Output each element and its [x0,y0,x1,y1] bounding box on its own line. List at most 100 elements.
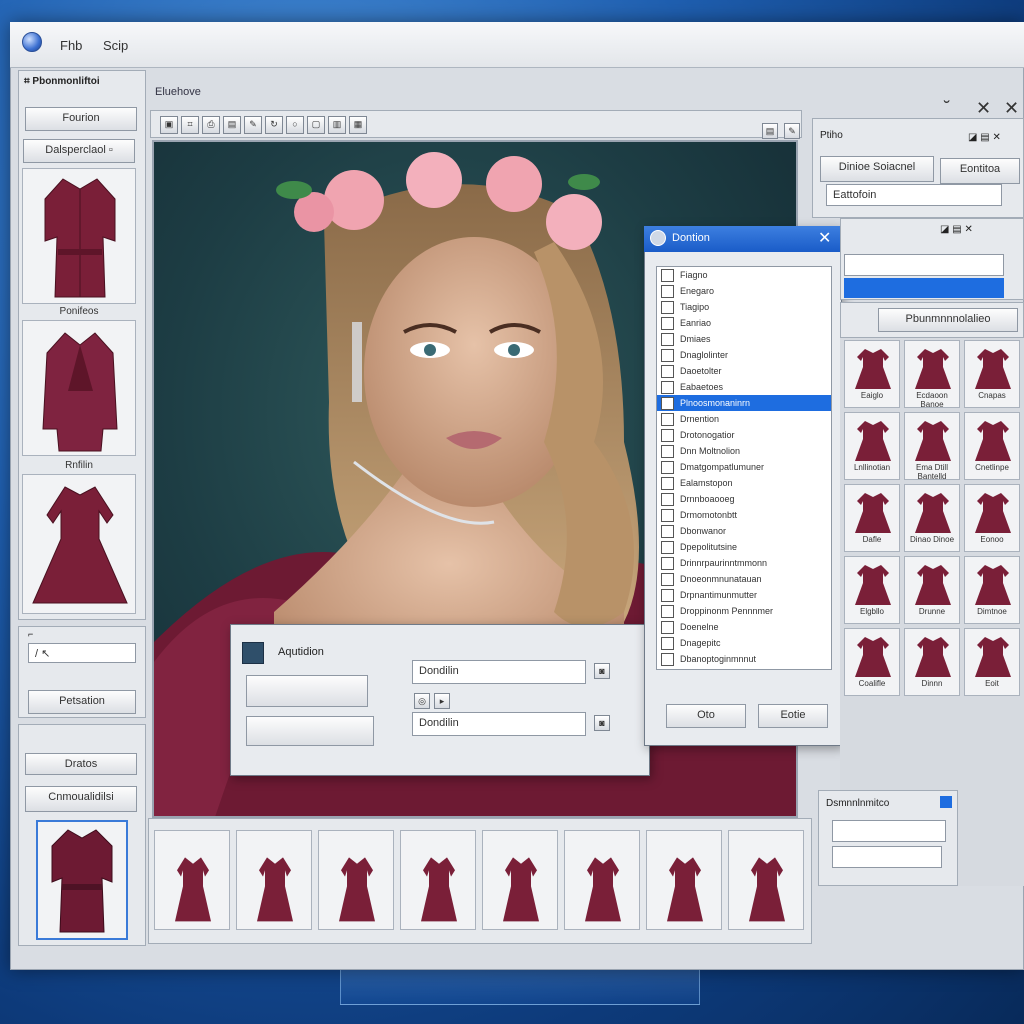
list-item[interactable]: Dpepolitutsine [657,539,831,555]
tool-tile[interactable]: Dimtnoe [964,556,1020,624]
zoom-icon[interactable]: ▣ [160,116,178,134]
list-item[interactable]: Dmatgompatlumuner [657,459,831,475]
checkbox[interactable] [661,620,674,634]
checkbox[interactable] [661,428,674,442]
left-button-2[interactable]: Dalsperclaol ▫ [23,139,135,163]
right-field[interactable]: Eattofoin [826,184,1002,206]
print-icon[interactable]: ⎙ [202,116,220,134]
right-bottom-field-2[interactable] [832,846,942,868]
tool-tile[interactable]: Dinnn [904,628,960,696]
right-bottom-info-icon[interactable] [940,796,952,808]
list-item[interactable]: Drpnantimunmutter [657,587,831,603]
rotate-icon[interactable]: ↻ [265,116,283,134]
list-item[interactable]: Dnn Moltnolion [657,443,831,459]
list-item[interactable]: Dnagepitc [657,635,831,651]
tool-tile[interactable]: Elgbllo [844,556,900,624]
list-item[interactable]: Tiagipo [657,299,831,315]
toolbar-extra-icon-1[interactable]: ▤ [762,123,778,139]
list-item[interactable]: Dbonwanor [657,523,831,539]
minimize-icon[interactable]: ˘ [944,98,950,119]
checkbox[interactable] [661,460,674,474]
filmstrip-thumb[interactable] [728,830,804,930]
lower-button-1[interactable]: Dratos [25,753,137,775]
ok-button[interactable]: Oto [666,704,746,728]
checkbox[interactable] [661,332,674,346]
right-list-icons[interactable]: ◪ ▤ ✕ [940,224,973,235]
adjust-field-1[interactable]: Dondilin [412,660,586,684]
list-item[interactable]: Dnoeonmnunatauan [657,571,831,587]
list-box[interactable]: Fiagno Enegaro Tiagipo Eanriao Dmiaes Dnaglol… [656,266,832,670]
list-item[interactable]: Drotonogatior [657,427,831,443]
pen-icon[interactable]: ✎ [244,116,262,134]
right-section-button[interactable]: Pbunmnnnolalieo [878,308,1018,332]
tool-tile[interactable]: Dinao Dinoe [904,484,960,552]
checkbox[interactable] [661,364,674,378]
adjust-slider-1[interactable] [246,675,368,707]
menu-file[interactable]: Fhb [60,38,82,53]
list-item[interactable]: Drinnrpaurinntmmonn [657,555,831,571]
filmstrip-thumb[interactable] [154,830,230,930]
adjust-slider-2[interactable] [246,716,374,746]
filmstrip-thumb[interactable] [646,830,722,930]
menu-edit[interactable]: Scip [103,38,128,53]
checkbox[interactable] [661,604,674,618]
list-item[interactable]: Daoetolter [657,363,831,379]
layer-icon[interactable]: ▥ [328,116,346,134]
checkbox[interactable] [661,508,674,522]
list-item[interactable]: Fiagno [657,267,831,283]
circle-icon[interactable]: ○ [286,116,304,134]
checkbox[interactable] [661,316,674,330]
checkbox[interactable] [661,588,674,602]
right-list-field[interactable] [844,254,1004,276]
tool-tile[interactable]: Ecdaoon Banoe [904,340,960,409]
field1-picker-icon[interactable]: ◙ [594,663,610,679]
list-item[interactable]: Droppinonm Pennnmer [657,603,831,619]
checkbox[interactable] [661,492,674,506]
checkbox[interactable] [661,300,674,314]
checkbox[interactable] [661,348,674,362]
list-item[interactable]: Enegaro [657,283,831,299]
list-item[interactable]: Drmomotonbtt [657,507,831,523]
close-icon[interactable]: ✕ [1004,98,1019,119]
props-field[interactable]: / ↖ [28,643,136,663]
tool-tile[interactable]: Cnapas [964,340,1020,408]
tool-tile[interactable]: Lnllinotian [844,412,900,480]
checkbox[interactable] [661,380,674,394]
garment-thumb-dress[interactable] [22,474,136,614]
list-item[interactable]: Eanriao [657,315,831,331]
tool-tile[interactable]: Eaiglo [844,340,900,408]
list-item[interactable]: Plnoosmonaninrn [657,395,831,411]
filmstrip-thumb[interactable] [318,830,394,930]
field2-picker-icon[interactable]: ◙ [594,715,610,731]
toolbar-extra-icon-2[interactable]: ✎ [784,123,800,139]
checkbox[interactable] [661,652,674,666]
right-list-selected[interactable] [844,278,1004,298]
settings-icon[interactable]: ▦ [349,116,367,134]
filmstrip-thumb[interactable] [564,830,640,930]
list-item[interactable]: Ealamstopon [657,475,831,491]
checkbox[interactable] [661,476,674,490]
tool-tile[interactable]: Coalifle [844,628,900,696]
tool-tile[interactable]: Eonoo [964,484,1020,552]
right-panel-tools-icons[interactable]: ◪ ▤ ✕ [968,132,1001,143]
checkbox[interactable] [661,268,674,282]
list-item[interactable]: Dbanoptoginmnnut [657,651,831,667]
play-icon[interactable]: ▸ [434,693,450,709]
checkbox[interactable] [661,556,674,570]
adjust-field-2[interactable]: Dondilin [412,712,586,736]
list-item[interactable]: Drnnboaooeg [657,491,831,507]
filmstrip-thumb[interactable] [482,830,558,930]
checkbox[interactable] [661,284,674,298]
tool-tile[interactable]: Drunne [904,556,960,624]
frame-icon[interactable]: ▢ [307,116,325,134]
left-button-1[interactable]: Fourion [25,107,137,131]
checkbox[interactable] [661,540,674,554]
tool-tile[interactable]: Dafle [844,484,900,552]
filmstrip-thumb[interactable] [400,830,476,930]
tool-tile[interactable]: Cnetlinpe [964,412,1020,480]
list-item[interactable]: Doenelne [657,619,831,635]
garment-thumb-selected[interactable] [36,820,128,940]
checkbox[interactable] [661,524,674,538]
window-orb-icon[interactable] [22,32,42,52]
tool-tile[interactable]: Ema Dtill Bantelld [904,412,960,481]
